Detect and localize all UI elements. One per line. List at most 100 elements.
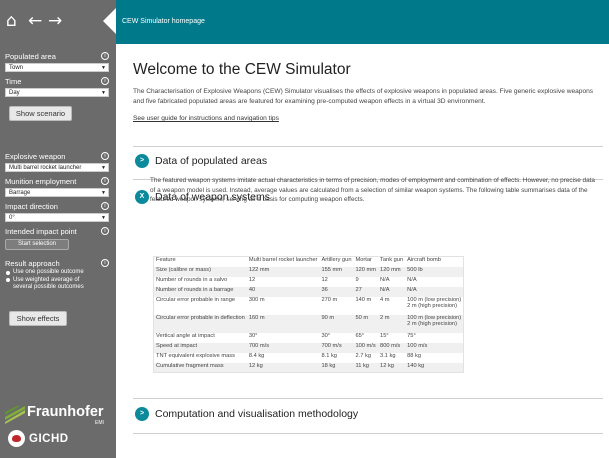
- table-cell: 2 m: [380, 314, 390, 321]
- table-cell: 9: [355, 276, 359, 283]
- radio-dot-icon: [6, 278, 10, 282]
- arrow-left-icon[interactable]: ←: [28, 11, 42, 31]
- populated-area-select[interactable]: Town ▼: [5, 63, 109, 72]
- gichd-emblem-icon: [8, 430, 25, 447]
- radio-dot-icon: [6, 270, 10, 275]
- info-icon[interactable]: i: [101, 177, 109, 185]
- table-row: Number of rounds in a salvo 12 12 9 N/A …: [154, 277, 464, 287]
- chevron-down-icon: ▼: [101, 90, 106, 96]
- table-cell: 75°: [407, 332, 416, 339]
- start-selection-button[interactable]: Start selection: [5, 239, 69, 250]
- info-icon[interactable]: i: [101, 52, 109, 60]
- divider: [133, 398, 603, 399]
- table-cell: 12: [248, 276, 256, 283]
- table-row: Vertical angle at impact 30° 30° 65° 15°…: [154, 333, 464, 343]
- table-row: Speed at impact 700 m/s 700 m/s 100 m/s …: [153, 342, 464, 353]
- info-icon[interactable]: i: [101, 227, 109, 235]
- populated-area-label: Populated area: [5, 52, 56, 61]
- expand-icon: >: [135, 407, 149, 421]
- table-cell: 40: [248, 286, 256, 293]
- impact-direction-select[interactable]: 0° ▼: [5, 213, 109, 222]
- table-cell: 100 m (low precision) 2 m (high precision…: [407, 314, 462, 327]
- table-cell: 100 m (low precision) 2 m (high precision…: [407, 296, 462, 309]
- column-header: Mortar: [355, 257, 372, 263]
- table-cell: 90 m: [321, 314, 335, 321]
- table-cell: 4 m: [380, 296, 390, 303]
- fraunhofer-logo-text: Fraunhofer: [27, 404, 104, 420]
- table-cell: 270 m: [321, 296, 338, 303]
- impact-direction-field: Impact direction i 0° ▼: [5, 202, 109, 222]
- info-icon[interactable]: i: [101, 259, 109, 267]
- munition-employment-label: Munition employment: [5, 177, 77, 186]
- table-cell: 155 mm: [321, 266, 342, 273]
- show-effects-button[interactable]: Show effects: [9, 311, 67, 326]
- table-cell: Speed at impact: [156, 342, 198, 349]
- home-icon[interactable]: ⌂: [6, 11, 17, 31]
- table-cell: 12: [321, 276, 328, 283]
- show-scenario-button[interactable]: Show scenario: [9, 106, 72, 121]
- table-cell: 100 m/s: [407, 342, 428, 349]
- section-methodology[interactable]: > Computation and visualisation methodol…: [135, 407, 395, 423]
- populated-area-field: Populated area i Town ▼: [5, 52, 109, 72]
- explosive-weapon-field: Explosive weapon i Multi barrel rocket la…: [5, 152, 109, 172]
- explosive-weapon-select[interactable]: Multi barrel rocket launcher ▼: [5, 163, 109, 172]
- table-cell: 12 kg: [248, 362, 263, 369]
- table-cell: 36: [321, 286, 328, 293]
- munition-employment-select[interactable]: Barrage ▼: [5, 188, 109, 197]
- intended-impact-point-label: Intended impact point: [5, 227, 77, 236]
- table-cell: 2.7 kg: [355, 352, 371, 359]
- gichd-logo: GICHD: [8, 427, 108, 451]
- arrow-right-icon[interactable]: →: [48, 11, 62, 31]
- table-cell: Circular error probable in range: [156, 296, 236, 303]
- collapse-triangle-icon[interactable]: [103, 8, 116, 34]
- table-cell: 140 kg: [407, 362, 425, 369]
- info-icon[interactable]: i: [101, 202, 109, 210]
- table-cell: 27: [355, 286, 362, 293]
- table-cell: N/A: [407, 286, 417, 293]
- table-cell: Size (calibre or mass): [156, 266, 211, 273]
- table-cell: 8.4 kg: [248, 352, 265, 359]
- intro-text: The Characterisation of Explosive Weapon…: [133, 88, 594, 105]
- main-content: Welcome to the CEW Simulator The Charact…: [116, 44, 609, 458]
- time-select[interactable]: Day ▼: [5, 88, 109, 97]
- section-populated-areas[interactable]: > Data of populated areas: [135, 154, 335, 170]
- user-guide-link[interactable]: See user guide for instructions and navi…: [133, 115, 279, 122]
- munition-employment-field: Munition employment i Barrage ▼: [5, 177, 109, 197]
- info-icon[interactable]: i: [101, 77, 109, 85]
- table-cell: 11 kg: [355, 362, 369, 369]
- table-cell: 65°: [355, 332, 365, 339]
- table-cell: 700 m/s: [248, 342, 270, 349]
- fraunhofer-mark-icon: [5, 406, 25, 424]
- time-field: Time i Day ▼: [5, 77, 109, 97]
- table-row: Cumulative fragment mass 12 kg 18 kg 11 …: [153, 362, 464, 373]
- result-approach-label: Result approach: [5, 259, 60, 268]
- table-cell: 160 m: [248, 314, 265, 321]
- weapon-data-table: Feature Multi barrel rocket launcher Art…: [153, 256, 465, 373]
- table-cell: 700 m/s: [321, 342, 342, 349]
- section-title: Data of populated areas: [155, 155, 268, 167]
- radio-weighted-average[interactable]: Use weighted average of several possible …: [5, 277, 109, 292]
- table-cell: N/A: [380, 276, 390, 283]
- table-cell: 3.1 kg: [380, 352, 396, 359]
- table-cell: 50 m: [355, 314, 369, 321]
- table-cell: Number of rounds in a barrage: [156, 286, 234, 293]
- table-cell: 30°: [321, 332, 331, 339]
- explosive-weapon-label: Explosive weapon: [5, 152, 66, 161]
- result-approach-field: Result approach i Use one possible outcom…: [5, 259, 109, 292]
- radio-one-outcome[interactable]: Use one possible outcome: [5, 269, 109, 277]
- nav-bar: ⌂ ← →: [0, 0, 116, 44]
- table-cell: 120 mm: [380, 266, 401, 273]
- intended-impact-point-field: Intended impact point i: [5, 227, 109, 237]
- info-icon[interactable]: i: [101, 152, 109, 160]
- column-header: Tank gun: [380, 257, 404, 263]
- table-header-row: Feature Multi barrel rocket launcher Art…: [154, 257, 464, 267]
- table-cell: 800 m/s: [380, 342, 401, 349]
- collapse-icon: X: [135, 190, 149, 204]
- column-header: Aircraft bomb: [407, 257, 441, 263]
- table-cell: 12 kg: [380, 362, 394, 369]
- column-header: Feature: [156, 257, 176, 263]
- page-title-link[interactable]: CEW Simulator homepage: [122, 0, 205, 44]
- chevron-down-icon: ▼: [101, 65, 106, 71]
- table-cell: 120 mm: [355, 266, 377, 273]
- section-title: Computation and visualisation methodolog…: [155, 408, 359, 420]
